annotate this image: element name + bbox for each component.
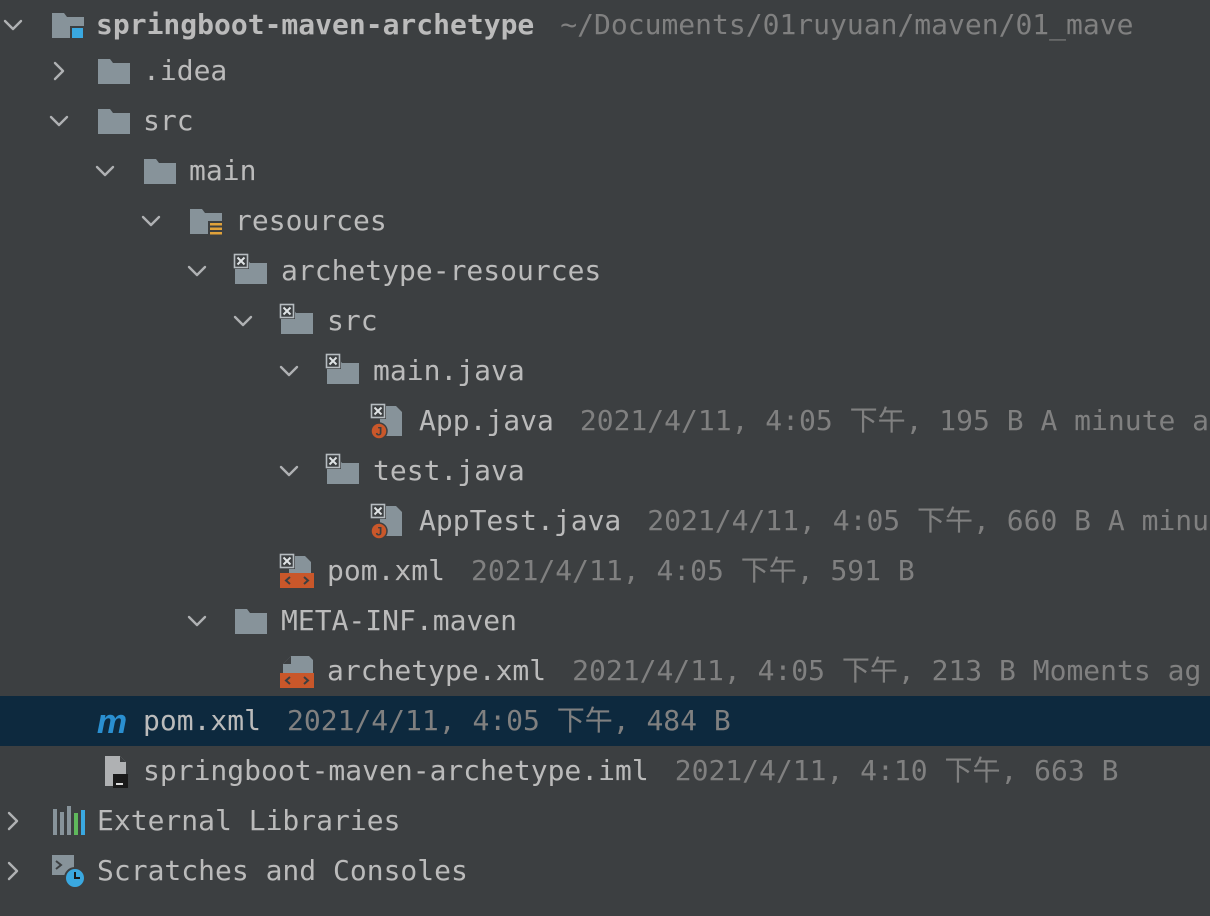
file-name: pom.xml [327, 554, 446, 587]
excluded-folder-icon [279, 303, 315, 339]
chevron-down-icon[interactable] [278, 360, 300, 382]
iml-file-icon [96, 753, 132, 789]
excluded-folder-icon [325, 353, 361, 389]
excluded-folder-icon [325, 453, 361, 489]
file-name: App.java [419, 404, 554, 437]
tree-item-label: External Libraries [97, 804, 401, 837]
tree-row-src-nested[interactable]: src [0, 296, 1210, 346]
java-file-icon [370, 503, 406, 539]
file-meta: 2021/4/11, 4:05 下午, 195 B A minute a [579, 404, 1210, 437]
tree-row-test-java[interactable]: test.java [0, 446, 1210, 496]
tree-item-label: resources [235, 204, 387, 237]
tree-row-iml[interactable]: springboot-maven-archetype.iml 2021/4/11,… [0, 746, 1210, 796]
file-meta: 2021/4/11, 4:05 下午, 660 B A minu [647, 504, 1210, 537]
file-name: pom.xml [143, 704, 262, 737]
tree-row-main-java[interactable]: main.java [0, 346, 1210, 396]
project-name: springboot-maven-archetype [96, 8, 535, 41]
module-folder-icon [50, 7, 86, 43]
scratches-icon [50, 853, 86, 889]
tree-item-label: .idea [143, 54, 228, 87]
chevron-down-icon[interactable] [186, 610, 208, 632]
chevron-down-icon[interactable] [2, 14, 24, 36]
chevron-right-icon[interactable] [2, 810, 24, 832]
tree-item-label: archetype-resources [281, 254, 602, 287]
maven-icon [94, 703, 130, 739]
chevron-down-icon[interactable] [140, 210, 162, 232]
xml-file-icon [279, 553, 315, 589]
tree-row-resources[interactable]: resources [0, 196, 1210, 246]
chevron-down-icon[interactable] [278, 460, 300, 482]
libraries-icon [50, 803, 86, 839]
tree-row-pom-xml-template[interactable]: pom.xml 2021/4/11, 4:05 下午, 591 B [0, 546, 1210, 596]
chevron-down-icon[interactable] [186, 260, 208, 282]
chevron-down-icon[interactable] [232, 310, 254, 332]
tree-item-label: test.java [373, 454, 525, 487]
project-path: ~/Documents/01ruyuan/maven/01_mave [560, 8, 1134, 41]
file-meta: 2021/4/11, 4:10 下午, 663 B [674, 754, 1119, 787]
file-name: springboot-maven-archetype.iml [143, 754, 649, 787]
tree-row-pom-xml-selected[interactable]: pom.xml 2021/4/11, 4:05 下午, 484 B [0, 696, 1210, 746]
chevron-right-icon[interactable] [48, 60, 70, 82]
tree-row-archetype-xml[interactable]: archetype.xml 2021/4/11, 4:05 下午, 213 B M… [0, 646, 1210, 696]
file-meta: 2021/4/11, 4:05 下午, 484 B [287, 704, 731, 737]
folder-icon [96, 103, 132, 139]
tree-row-project-root[interactable]: springboot-maven-archetype ~/Documents/01… [0, 0, 1210, 50]
chevron-down-icon[interactable] [48, 110, 70, 132]
file-meta: 2021/4/11, 4:05 下午, 591 B [471, 554, 915, 587]
tree-row-archetype-resources[interactable]: archetype-resources [0, 246, 1210, 296]
tree-item-label: Scratches and Consoles [97, 854, 468, 887]
file-name: archetype.xml [327, 654, 547, 687]
resources-folder-icon [188, 203, 224, 239]
folder-icon [96, 53, 132, 89]
tree-row-src[interactable]: src [0, 96, 1210, 146]
tree-row-external-libraries[interactable]: External Libraries [0, 796, 1210, 846]
file-name: AppTest.java [419, 504, 622, 537]
tree-row-app-java[interactable]: App.java 2021/4/11, 4:05 下午, 195 B A minu… [0, 396, 1210, 446]
xml-file-icon [279, 653, 315, 689]
tree-item-label: main.java [373, 354, 525, 387]
tree-row-idea[interactable]: .idea [0, 46, 1210, 96]
tree-row-apptest-java[interactable]: AppTest.java 2021/4/11, 4:05 下午, 660 B A … [0, 496, 1210, 546]
tree-item-label: src [327, 304, 378, 337]
java-file-icon [370, 403, 406, 439]
excluded-folder-icon [233, 253, 269, 289]
tree-item-label: src [143, 104, 194, 137]
tree-row-scratches[interactable]: Scratches and Consoles [0, 846, 1210, 896]
tree-row-meta-inf[interactable]: META-INF.maven [0, 596, 1210, 646]
folder-icon [233, 603, 269, 639]
chevron-down-icon[interactable] [94, 160, 116, 182]
tree-item-label: main [189, 154, 257, 187]
tree-row-main[interactable]: main [0, 146, 1210, 196]
chevron-right-icon[interactable] [2, 860, 24, 882]
tree-item-label: META-INF.maven [281, 604, 518, 637]
folder-icon [142, 153, 178, 189]
file-meta: 2021/4/11, 4:05 下午, 213 B Moments ag [572, 654, 1202, 687]
